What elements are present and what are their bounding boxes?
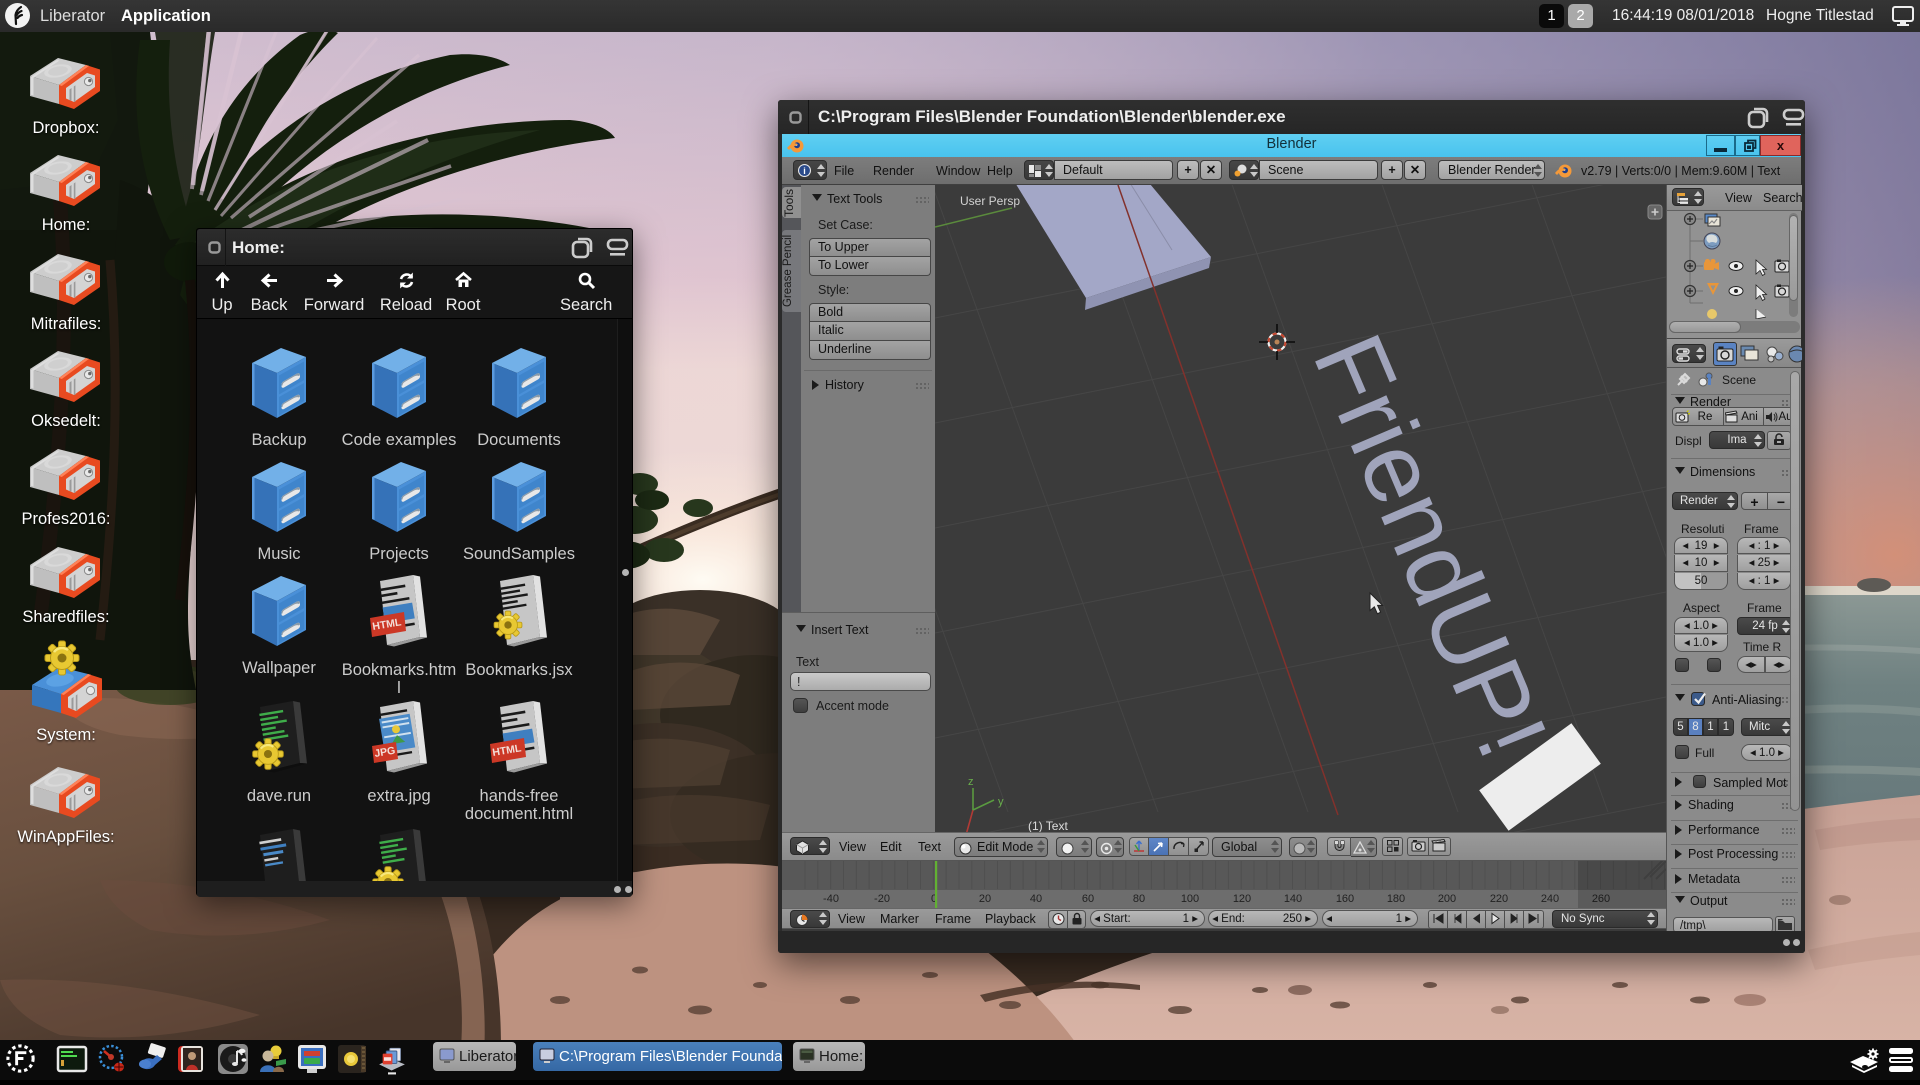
svg-text:i: i	[803, 166, 806, 176]
svg-text:-40: -40	[823, 893, 839, 905]
svg-text:220: 220	[1490, 893, 1508, 905]
svg-text:160: 160	[1336, 893, 1354, 905]
svg-text:z: z	[968, 776, 974, 788]
svg-text:240: 240	[1541, 893, 1559, 905]
svg-text:(1) Text: (1) Text	[1028, 819, 1068, 832]
svg-text:40: 40	[1030, 893, 1042, 905]
svg-text:60: 60	[1082, 893, 1094, 905]
svg-text:100: 100	[1181, 893, 1199, 905]
svg-text:20: 20	[979, 893, 991, 905]
svg-text:y: y	[998, 796, 1004, 808]
svg-text:User Persp: User Persp	[960, 194, 1020, 208]
svg-text:120: 120	[1233, 893, 1251, 905]
svg-text:140: 140	[1284, 893, 1302, 905]
svg-text:200: 200	[1438, 893, 1456, 905]
svg-text:80: 80	[1133, 893, 1145, 905]
svg-text:180: 180	[1387, 893, 1405, 905]
svg-text:-20: -20	[874, 893, 890, 905]
